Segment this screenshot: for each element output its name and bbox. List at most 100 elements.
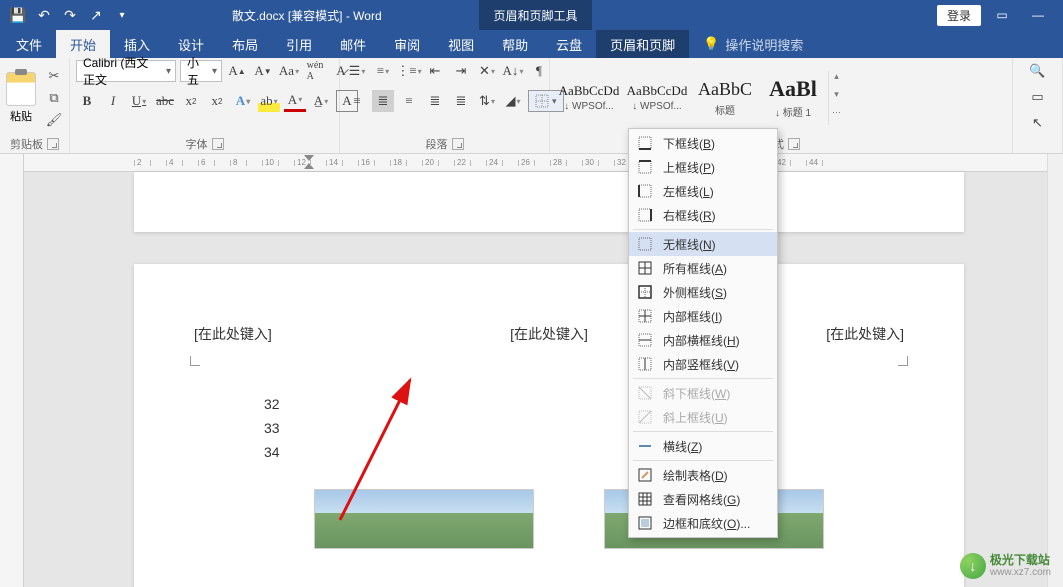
menu-item-none[interactable]: 无框线(N) bbox=[629, 232, 777, 256]
style-item-2[interactable]: AaBbC标题 bbox=[692, 70, 758, 126]
align-left-button[interactable]: ≡ bbox=[346, 90, 368, 112]
header-area[interactable]: [在此处键入] [在此处键入] [在此处键入] bbox=[134, 324, 964, 344]
font-color-button[interactable]: A bbox=[284, 90, 306, 112]
minimize-icon[interactable]: — bbox=[1023, 1, 1053, 29]
watermark-logo-icon bbox=[960, 553, 986, 579]
decrease-indent-button[interactable]: ⇤ bbox=[424, 60, 446, 82]
style-item-3[interactable]: AaBl↓ 标题 1 bbox=[760, 70, 826, 126]
inline-image-1[interactable] bbox=[314, 489, 534, 549]
menu-item-inside-v[interactable]: 内部竖框线(V) bbox=[629, 352, 777, 376]
document-body[interactable]: 32 33 34 bbox=[264, 392, 280, 464]
menu-item-left[interactable]: 左框线(L) bbox=[629, 179, 777, 203]
distribute-button[interactable]: ≣ bbox=[450, 90, 472, 112]
login-button[interactable]: 登录 bbox=[937, 5, 981, 26]
menu-item-bottom[interactable]: 下框线(B) bbox=[629, 131, 777, 155]
menu-item-hline[interactable]: 横线(Z) bbox=[629, 434, 777, 458]
tab-mailings[interactable]: 邮件 bbox=[326, 30, 380, 58]
menu-item-top[interactable]: 上框线(P) bbox=[629, 155, 777, 179]
enclose-char-button[interactable]: A̲ bbox=[310, 90, 332, 112]
ruler-tick bbox=[518, 160, 534, 166]
menu-item-all[interactable]: 所有框线(A) bbox=[629, 256, 777, 280]
tab-references[interactable]: 引用 bbox=[272, 30, 326, 58]
highlight-button[interactable]: ab bbox=[258, 90, 280, 112]
find-button[interactable]: 🔍 bbox=[1018, 60, 1058, 82]
italic-button[interactable]: I bbox=[102, 90, 124, 112]
align-center-button[interactable]: ≣ bbox=[372, 90, 394, 112]
underline-button[interactable]: U bbox=[128, 90, 150, 112]
menu-item-label: 右框线(R) bbox=[663, 207, 716, 224]
grow-font-button[interactable]: A▲ bbox=[226, 60, 248, 82]
sort-button[interactable]: A↓ bbox=[502, 60, 524, 82]
cursor-button[interactable]: ↖ bbox=[1018, 112, 1058, 134]
font-name-combo[interactable]: Calibri (西文正文 bbox=[76, 60, 176, 82]
superscript-button[interactable]: x2 bbox=[206, 90, 228, 112]
previous-page-bottom bbox=[134, 172, 964, 232]
group-editing: 🔍 ▭ ↖ bbox=[1013, 58, 1063, 153]
tell-me-search[interactable]: 💡 操作说明搜索 bbox=[689, 30, 803, 58]
style-gallery[interactable]: AaBbCcDd↓ WPSOf... AaBbCcDd↓ WPSOf... Aa… bbox=[556, 69, 844, 127]
style-item-0[interactable]: AaBbCcDd↓ WPSOf... bbox=[556, 70, 622, 126]
subscript-button[interactable]: x2 bbox=[180, 90, 202, 112]
ribbon: 粘贴 ✂ ⧉ 🖌 剪贴板 Calibri (西文正文 小五 A▲ A▼ Aa w… bbox=[0, 58, 1063, 154]
menu-item-inside-h[interactable]: 内部横框线(H) bbox=[629, 328, 777, 352]
header-right-placeholder[interactable]: [在此处键入] bbox=[826, 324, 904, 344]
font-size-combo[interactable]: 小五 bbox=[180, 60, 222, 82]
touch-mode-icon[interactable]: ↗ bbox=[84, 3, 108, 27]
tab-header-footer[interactable]: 页眉和页脚 bbox=[596, 30, 689, 58]
cut-icon[interactable]: ✂ bbox=[44, 67, 64, 85]
numbering-button[interactable]: ≡ bbox=[372, 60, 394, 82]
tab-help[interactable]: 帮助 bbox=[488, 30, 542, 58]
ribbon-options-icon[interactable]: ▭ bbox=[987, 1, 1017, 29]
phonetic-guide-button[interactable]: wénA bbox=[304, 60, 326, 82]
style-gallery-more[interactable]: ▴▾⋯ bbox=[828, 71, 844, 125]
menu-item-draw[interactable]: 绘制表格(D) bbox=[629, 463, 777, 487]
undo-icon[interactable]: ↶ bbox=[32, 3, 56, 27]
paste-button[interactable]: 粘贴 bbox=[6, 72, 36, 124]
show-marks-button[interactable]: ¶ bbox=[528, 60, 550, 82]
menu-item-right[interactable]: 右框线(R) bbox=[629, 203, 777, 227]
align-right-button[interactable]: ≡ bbox=[398, 90, 420, 112]
menu-item-diag-up[interactable]: 斜上框线(U) bbox=[629, 405, 777, 429]
clipboard-dialog-launcher[interactable] bbox=[47, 138, 59, 150]
copy-icon[interactable]: ⧉ bbox=[44, 89, 64, 107]
strikethrough-button[interactable]: abc bbox=[154, 90, 176, 112]
text-effects-button[interactable]: A bbox=[232, 90, 254, 112]
document-page[interactable]: [在此处键入] [在此处键入] [在此处键入] 32 33 34 bbox=[134, 264, 964, 587]
menu-item-outside[interactable]: 外侧框线(S) bbox=[629, 280, 777, 304]
format-painter-icon[interactable]: 🖌 bbox=[44, 111, 64, 129]
style-item-1[interactable]: AaBbCcDd↓ WPSOf... bbox=[624, 70, 690, 126]
justify-button[interactable]: ≣ bbox=[424, 90, 446, 112]
horizontal-ruler[interactable] bbox=[24, 154, 1063, 172]
bold-button[interactable]: B bbox=[76, 90, 98, 112]
shading-button[interactable]: ◢ bbox=[502, 90, 524, 112]
menu-item-diag-down[interactable]: 斜下框线(W) bbox=[629, 381, 777, 405]
increase-indent-button[interactable]: ⇥ bbox=[450, 60, 472, 82]
header-left-placeholder[interactable]: [在此处键入] bbox=[194, 324, 272, 344]
menu-item-gridlines[interactable]: 查看网格线(G) bbox=[629, 487, 777, 511]
vertical-scrollbar[interactable] bbox=[1047, 154, 1063, 587]
tab-file[interactable]: 文件 bbox=[2, 30, 56, 58]
change-case-button[interactable]: Aa bbox=[278, 60, 300, 82]
shrink-font-button[interactable]: A▼ bbox=[252, 60, 274, 82]
paragraph-dialog-launcher[interactable] bbox=[452, 138, 464, 150]
tab-review[interactable]: 审阅 bbox=[380, 30, 434, 58]
tab-layout[interactable]: 布局 bbox=[218, 30, 272, 58]
bullets-button[interactable]: ☰ bbox=[346, 60, 368, 82]
menu-item-inside[interactable]: 内部框线(I) bbox=[629, 304, 777, 328]
save-icon[interactable]: 💾 bbox=[6, 3, 30, 27]
menu-item-borders-shading[interactable]: 边框和底纹(O)... bbox=[629, 511, 777, 535]
select-button[interactable]: ▭ bbox=[1018, 86, 1058, 108]
multilevel-list-button[interactable]: ⋮≡ bbox=[398, 60, 420, 82]
tab-cloud[interactable]: 云盘 bbox=[542, 30, 596, 58]
vertical-ruler[interactable] bbox=[0, 154, 24, 587]
styles-dialog-launcher[interactable] bbox=[788, 138, 800, 150]
line-spacing-button[interactable]: ⇅ bbox=[476, 90, 498, 112]
ltr-button[interactable]: ✕ bbox=[476, 60, 498, 82]
qat-more-icon[interactable]: ▾ bbox=[110, 3, 134, 27]
redo-icon[interactable]: ↷ bbox=[58, 3, 82, 27]
bottom-icon bbox=[637, 135, 653, 151]
header-center-placeholder[interactable]: [在此处键入] bbox=[510, 324, 588, 344]
body-line-2: 33 bbox=[264, 416, 280, 440]
font-dialog-launcher[interactable] bbox=[212, 138, 224, 150]
tab-view[interactable]: 视图 bbox=[434, 30, 488, 58]
